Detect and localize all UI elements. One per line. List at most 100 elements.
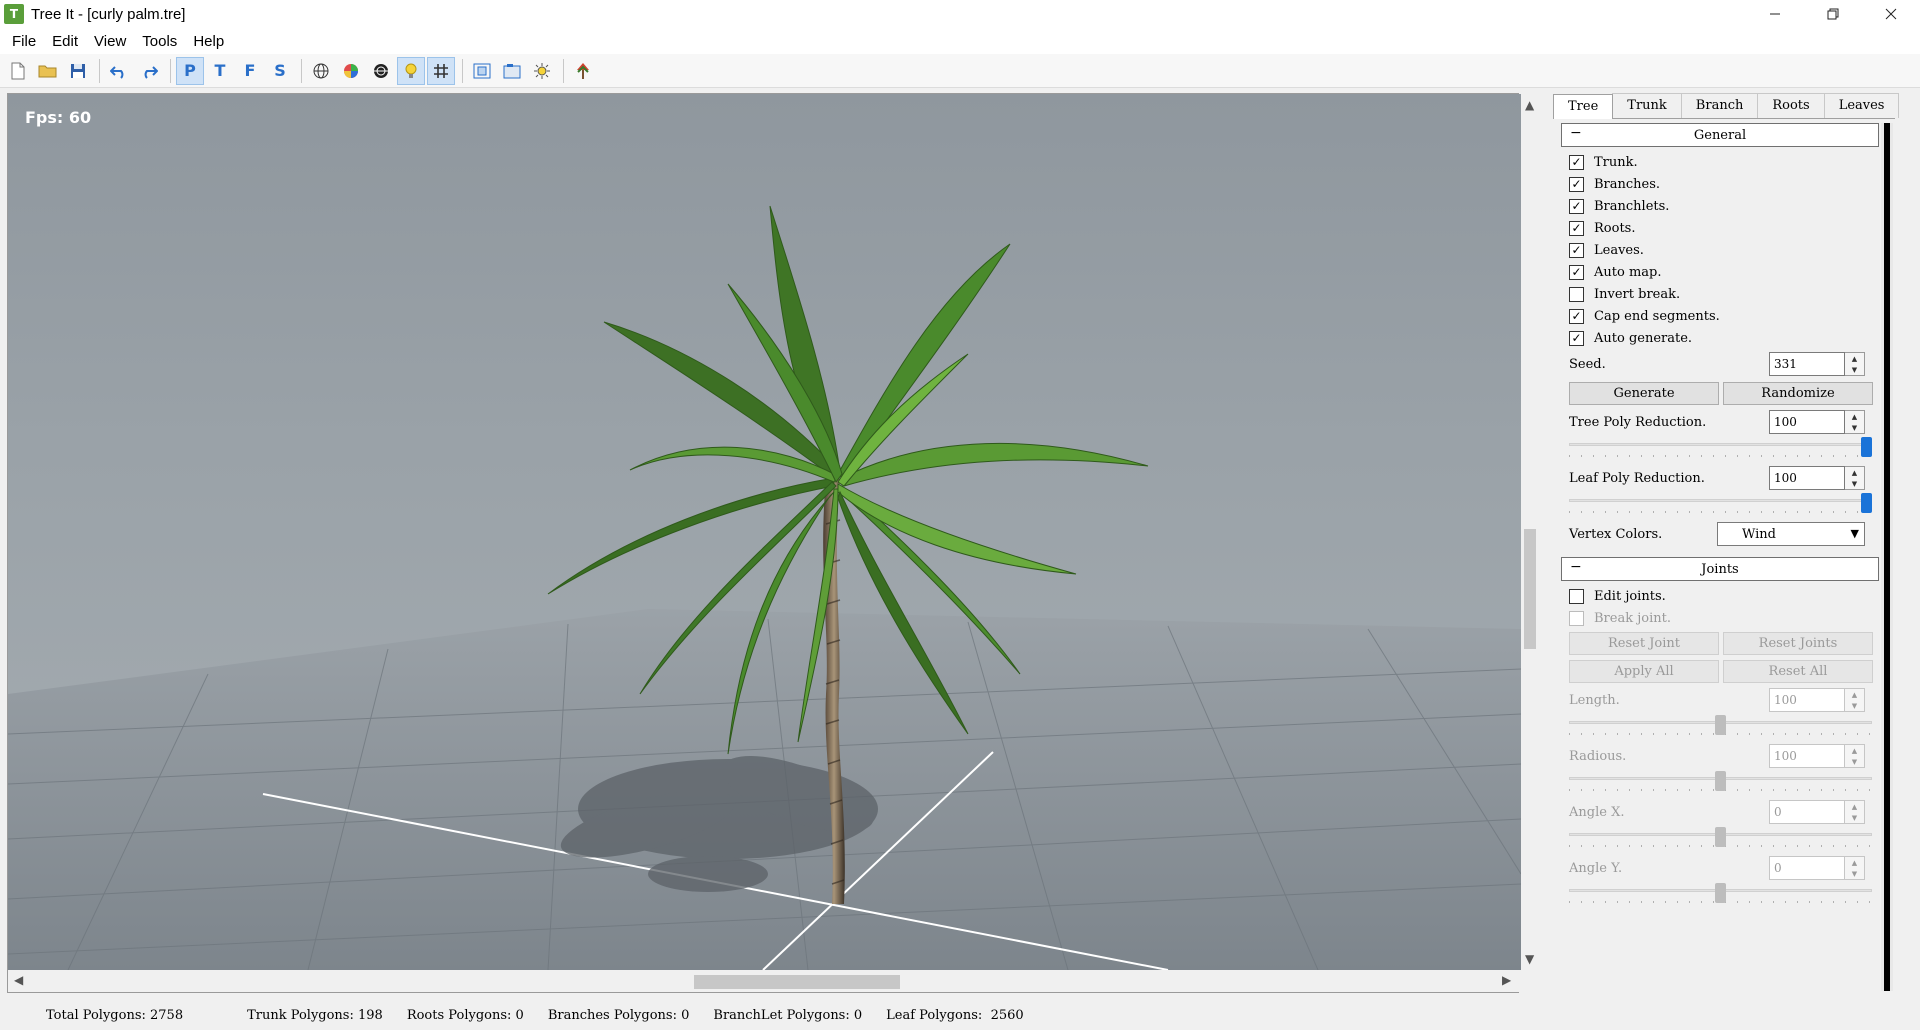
checkbox-box[interactable]	[1569, 588, 1584, 604]
slider-knob[interactable]	[1861, 493, 1872, 513]
length-slider[interactable]	[1569, 715, 1875, 741]
joints-section-header[interactable]: − Joints	[1561, 557, 1879, 581]
scroll-left-icon[interactable]: ◀	[14, 973, 23, 987]
color-sphere-icon[interactable]	[337, 57, 365, 85]
checkbox-box[interactable]: ✓	[1569, 330, 1584, 346]
radious-stepper[interactable]: ▲ ▼	[1845, 744, 1865, 768]
seed-stepper[interactable]: ▲ ▼	[1845, 352, 1865, 376]
general-section-header[interactable]: − General	[1561, 123, 1879, 147]
tree-poly-stepper[interactable]: ▲ ▼	[1845, 410, 1865, 434]
checkbox-box[interactable]	[1569, 286, 1584, 302]
radious-input[interactable]: 100	[1769, 744, 1845, 768]
spin-down-icon[interactable]: ▼	[1852, 424, 1857, 432]
checkbox-box[interactable]: ✓	[1569, 264, 1584, 280]
general-checkbox-invert-break[interactable]: Invert break.	[1561, 283, 1879, 305]
apply-all-button[interactable]: Apply All	[1569, 659, 1719, 683]
top-view-button[interactable]: T	[206, 57, 234, 85]
general-checkbox-auto-generate[interactable]: ✓ Auto generate.	[1561, 327, 1879, 349]
wireframe-globe-icon[interactable]	[307, 57, 335, 85]
vertical-scroll-thumb[interactable]	[1524, 529, 1536, 649]
tree-settings-icon[interactable]	[569, 57, 597, 85]
tab-roots[interactable]: Roots	[1757, 93, 1825, 118]
zoom-fit-icon[interactable]	[468, 57, 496, 85]
leaf-poly-spinner[interactable]: 100 ▲ ▼	[1769, 466, 1865, 490]
randomize-button[interactable]: Randomize	[1723, 381, 1873, 405]
reset-joints-button[interactable]: Reset Joints	[1723, 631, 1873, 655]
slider-knob[interactable]	[1715, 883, 1726, 903]
scroll-down-icon[interactable]: ▼	[1525, 952, 1534, 966]
edit-joints-checkbox[interactable]: Edit joints.	[1561, 585, 1879, 607]
viewport-horizontal-scrollbar[interactable]: ◀ ▶	[8, 970, 1521, 992]
reset-joint-button[interactable]: Reset Joint	[1569, 631, 1719, 655]
screenshot-icon[interactable]	[498, 57, 526, 85]
panel-scroll-thumb[interactable]	[1884, 123, 1890, 991]
menu-file[interactable]: File	[4, 31, 44, 52]
angle-y-input[interactable]: 0	[1769, 856, 1845, 880]
spin-down-icon[interactable]: ▼	[1852, 814, 1857, 822]
seed-input[interactable]: 331	[1769, 352, 1845, 376]
scroll-up-icon[interactable]: ▲	[1525, 98, 1534, 112]
general-checkbox-auto-map[interactable]: ✓ Auto map.	[1561, 261, 1879, 283]
collapse-icon[interactable]: −	[1570, 559, 1582, 575]
spin-up-icon[interactable]: ▲	[1852, 355, 1857, 363]
reset-all-button[interactable]: Reset All	[1723, 659, 1873, 683]
generate-button[interactable]: Generate	[1569, 381, 1719, 405]
leaf-poly-stepper[interactable]: ▲ ▼	[1845, 466, 1865, 490]
leaf-poly-input[interactable]: 100	[1769, 466, 1845, 490]
open-folder-icon[interactable]	[34, 57, 62, 85]
spin-up-icon[interactable]: ▲	[1852, 691, 1857, 699]
radious-slider[interactable]	[1569, 771, 1875, 797]
tree-poly-spinner[interactable]: 100 ▲ ▼	[1769, 410, 1865, 434]
slider-knob[interactable]	[1715, 715, 1726, 735]
side-view-button[interactable]: S	[266, 57, 294, 85]
grid-icon[interactable]	[427, 56, 455, 85]
minimize-icon[interactable]	[1746, 0, 1804, 28]
radious-spinner[interactable]: 100 ▲ ▼	[1769, 744, 1865, 768]
vertex-colors-select[interactable]: Wind ▼	[1717, 522, 1865, 546]
general-checkbox-cap-end-segments[interactable]: ✓ Cap end segments.	[1561, 305, 1879, 327]
spin-down-icon[interactable]: ▼	[1852, 758, 1857, 766]
angle-y-spinner[interactable]: 0 ▲ ▼	[1769, 856, 1865, 880]
angle-x-input[interactable]: 0	[1769, 800, 1845, 824]
angle-x-stepper[interactable]: ▲ ▼	[1845, 800, 1865, 824]
checkbox-box[interactable]: ✓	[1569, 220, 1584, 236]
menu-tools[interactable]: Tools	[134, 31, 185, 52]
slider-knob[interactable]	[1715, 771, 1726, 791]
break-joint-checkbox[interactable]: Break joint.	[1561, 607, 1879, 629]
front-view-button[interactable]: F	[236, 57, 264, 85]
tab-branch[interactable]: Branch	[1680, 93, 1759, 118]
angle-y-slider[interactable]	[1569, 883, 1875, 909]
checkbox-box[interactable]: ✓	[1569, 154, 1584, 170]
panel-scrollbar[interactable]	[1881, 123, 1893, 991]
spin-down-icon[interactable]: ▼	[1852, 870, 1857, 878]
spin-up-icon[interactable]: ▲	[1852, 803, 1857, 811]
angle-x-spinner[interactable]: 0 ▲ ▼	[1769, 800, 1865, 824]
texture-sphere-icon[interactable]	[367, 57, 395, 85]
3d-viewport[interactable]: Fps: 60	[8, 94, 1521, 970]
horizontal-scroll-thumb[interactable]	[694, 975, 900, 989]
checkbox-box[interactable]: ✓	[1569, 242, 1584, 258]
checkbox-box[interactable]	[1569, 610, 1584, 626]
lighting-bulb-icon[interactable]	[397, 56, 425, 85]
general-checkbox-leaves[interactable]: ✓ Leaves.	[1561, 239, 1879, 261]
chevron-down-icon[interactable]: ▼	[1851, 527, 1859, 540]
spin-up-icon[interactable]: ▲	[1852, 413, 1857, 421]
perspective-view-button[interactable]: P	[176, 56, 204, 85]
general-checkbox-branchlets[interactable]: ✓ Branchlets.	[1561, 195, 1879, 217]
slider-knob[interactable]	[1715, 827, 1726, 847]
sun-light-icon[interactable]	[528, 57, 556, 85]
tree-poly-input[interactable]: 100	[1769, 410, 1845, 434]
checkbox-box[interactable]: ✓	[1569, 176, 1584, 192]
tab-trunk[interactable]: Trunk	[1612, 93, 1682, 118]
save-icon[interactable]	[64, 57, 92, 85]
restore-icon[interactable]	[1804, 0, 1862, 28]
menu-view[interactable]: View	[86, 31, 134, 52]
scroll-right-icon[interactable]: ▶	[1502, 973, 1511, 987]
close-icon[interactable]	[1862, 0, 1920, 28]
length-spinner[interactable]: 100 ▲ ▼	[1769, 688, 1865, 712]
length-input[interactable]: 100	[1769, 688, 1845, 712]
checkbox-box[interactable]: ✓	[1569, 308, 1584, 324]
spin-up-icon[interactable]: ▲	[1852, 469, 1857, 477]
viewport-vertical-scrollbar[interactable]: ▲ ▼	[1521, 94, 1539, 970]
spin-up-icon[interactable]: ▲	[1852, 859, 1857, 867]
